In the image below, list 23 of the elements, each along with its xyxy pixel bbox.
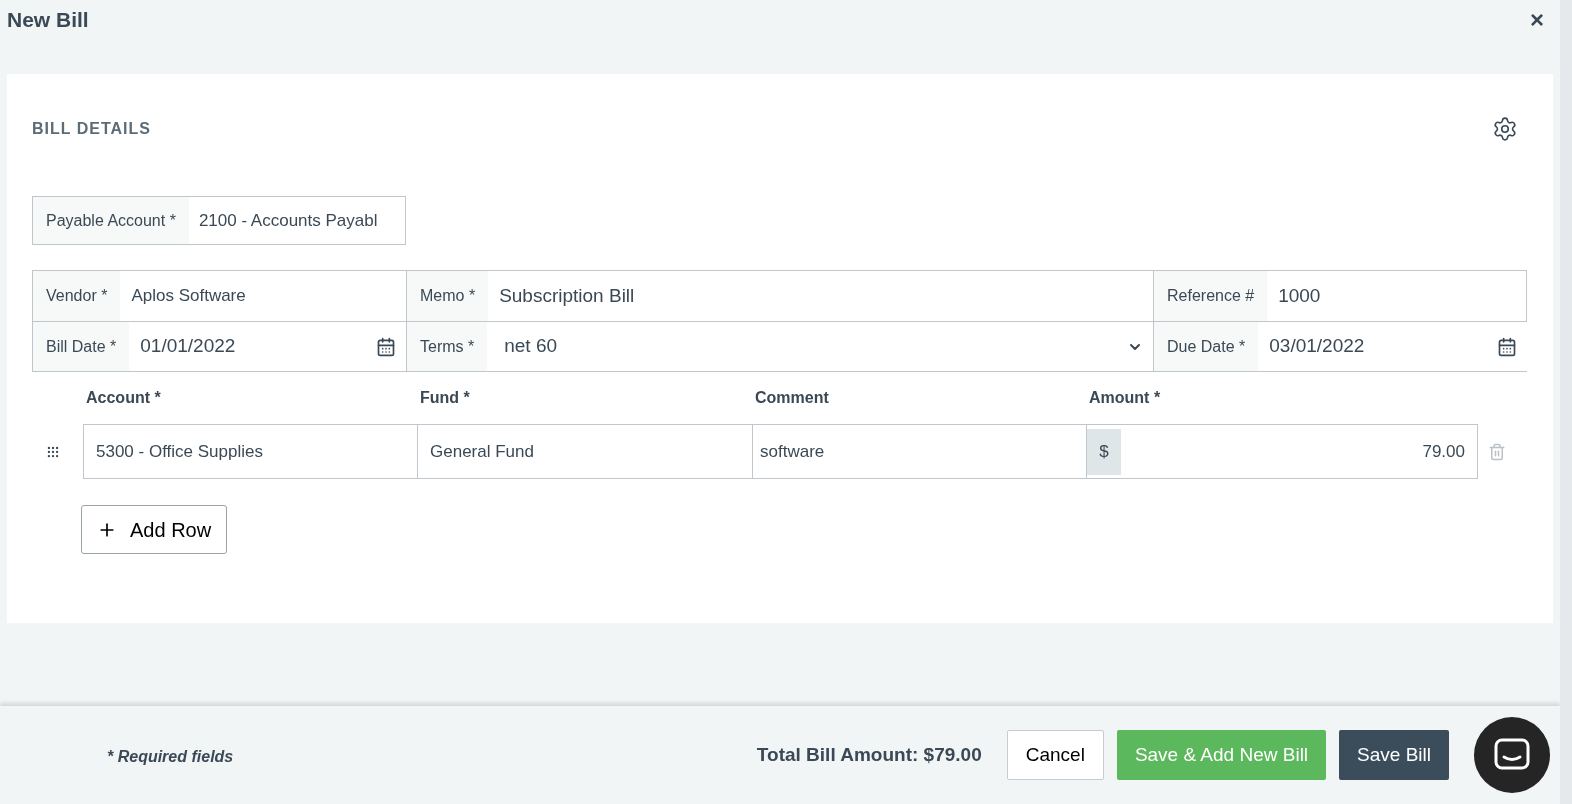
- field-label: Due Date *: [1154, 322, 1259, 371]
- footer-button[interactable]: Cancel: [1006, 730, 1104, 780]
- add-row-button[interactable]: Add Row: [81, 505, 228, 554]
- dialog-title: New Bill: [7, 7, 89, 34]
- total-amount: Total Bill Amount: $79.00: [756, 742, 982, 767]
- close-button[interactable]: ×: [1530, 8, 1544, 32]
- field-label: Bill Date *: [33, 322, 130, 371]
- section-title: BILL DETAILS: [32, 119, 151, 139]
- field-label: Terms *: [407, 322, 488, 371]
- footer-button[interactable]: Save Bill: [1339, 730, 1449, 780]
- column-header: Fund *: [419, 388, 471, 408]
- required-note: * Required fields: [107, 747, 234, 767]
- field-label: Memo *: [407, 271, 489, 321]
- column-header: Account *: [85, 388, 162, 408]
- calendar-icon[interactable]: [1497, 336, 1517, 357]
- column-header: Comment: [754, 388, 830, 408]
- field-label: Vendor *: [33, 271, 121, 321]
- settings-icon[interactable]: [1492, 116, 1518, 142]
- drag-handle-icon[interactable]: [46, 444, 60, 459]
- chat-icon: [1494, 738, 1530, 772]
- field-label: Reference #: [1154, 271, 1268, 321]
- column-header: Amount *: [1088, 388, 1162, 408]
- calendar-icon[interactable]: [376, 336, 396, 357]
